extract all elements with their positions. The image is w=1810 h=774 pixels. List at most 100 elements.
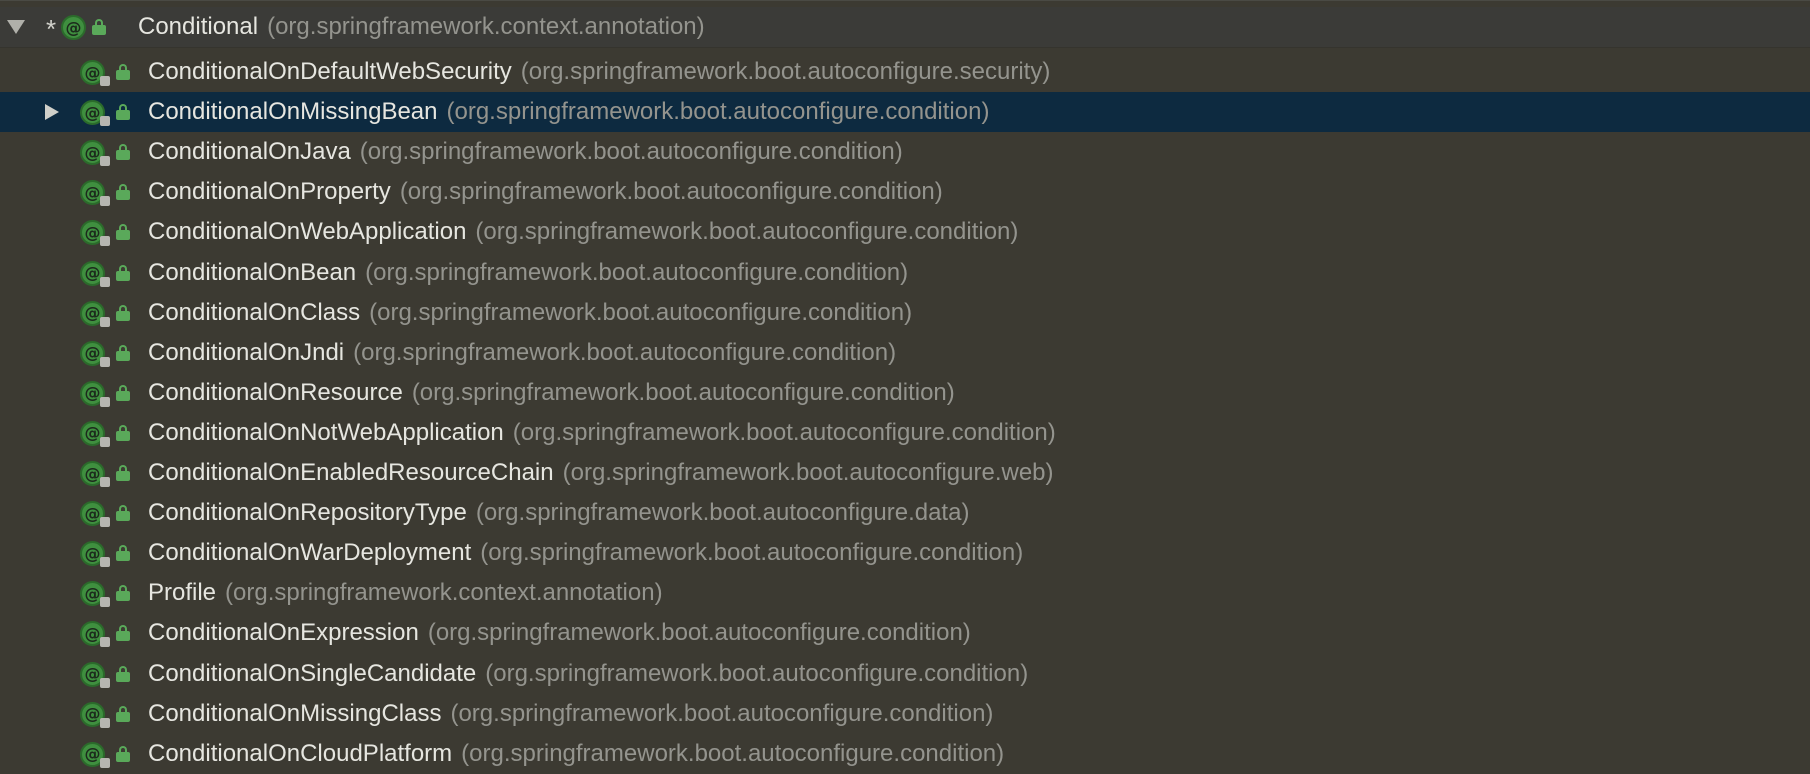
access-lock-icon: [100, 396, 110, 407]
class-name: ConditionalOnProperty: [148, 178, 391, 206]
lock-icon: [116, 625, 130, 642]
tree-item[interactable]: @ ConditionalOnRepositoryType (org.springf…: [0, 493, 1810, 533]
tree-item[interactable]: @ ConditionalOnCloudPlatform (org.springfr…: [0, 734, 1810, 774]
access-lock-icon: [100, 276, 110, 287]
tree-item[interactable]: @ ConditionalOnJndi (org.springframework.b…: [0, 333, 1810, 373]
access-lock-icon: [100, 637, 110, 648]
tree-item[interactable]: @ ConditionalOnResource (org.springframewo…: [0, 373, 1810, 413]
lock-icon: [116, 505, 130, 522]
tree-item-label: ConditionalOnBean (org.springframework.bo…: [148, 253, 908, 293]
tree-item[interactable]: @ ConditionalOnSingleCandidate (org.spring…: [0, 654, 1810, 694]
class-name: ConditionalOnDefaultWebSecurity: [148, 58, 512, 85]
class-name: ConditionalOnResource: [148, 378, 403, 406]
package-name: (org.springframework.boot.autoconfigure.…: [475, 218, 1019, 246]
tree-item[interactable]: @ ConditionalOnProperty (org.springframewo…: [0, 172, 1810, 212]
lock-icon: [116, 304, 130, 321]
tree-item-label: ConditionalOnSingleCandidate (org.springf…: [148, 654, 1028, 694]
type-hierarchy-tree[interactable]: * @ Conditional (org.springframework.cont…: [0, 0, 1810, 768]
tree-item-label: ConditionalOnCloudPlatform (org.springfra…: [148, 734, 1004, 774]
package-name: (org.springframework.boot.autoconfigure.…: [480, 539, 1024, 567]
tree-item-label: ConditionalOnRepositoryType (org.springfr…: [148, 493, 969, 533]
package-name: (org.springframework.boot.autoconfigure.…: [461, 739, 1005, 767]
lock-icon: [116, 545, 130, 562]
class-name: ConditionalOnEnabledResourceChain: [148, 459, 554, 486]
class-name: ConditionalOnClass: [148, 298, 361, 326]
tree-item[interactable]: @ ConditionalOnEnabledResourceChain (org.s…: [0, 453, 1810, 493]
access-lock-icon: [100, 356, 110, 367]
class-name: ConditionalOnBean: [148, 258, 357, 286]
lock-icon: [116, 705, 130, 722]
lock-icon: [116, 344, 130, 361]
class-name: ConditionalOnMissingBean: [148, 98, 438, 126]
lock-icon: [116, 64, 130, 80]
lock-icon: [116, 264, 130, 281]
lock-icon: [116, 585, 130, 602]
tree-item-label: ConditionalOnClass (org.springframework.b…: [148, 293, 912, 333]
access-lock-icon: [100, 597, 110, 608]
class-name: ConditionalOnRepositoryType: [148, 499, 467, 527]
package-name: (org.springframework.boot.autoconfigure.…: [450, 699, 994, 727]
tree-item-label: ConditionalOnExpression (org.springframew…: [148, 613, 971, 653]
package-name: (org.springframework.boot.autoconfigure.…: [446, 98, 990, 126]
access-lock-icon: [100, 517, 110, 528]
chevron-right-icon[interactable]: [40, 92, 64, 132]
lock-icon: [116, 224, 130, 241]
access-lock-icon: [100, 477, 110, 487]
lock-icon: [116, 665, 130, 682]
tree-item[interactable]: @ ConditionalOnDefaultWebSecurity (org.spr…: [0, 52, 1810, 92]
class-name: ConditionalOnMissingClass: [148, 699, 442, 727]
access-lock-icon: [100, 316, 110, 327]
star-marker: *: [46, 14, 57, 44]
chevron-down-icon[interactable]: [4, 7, 28, 47]
tree-item[interactable]: @ ConditionalOnBean (org.springframework.b…: [0, 253, 1810, 293]
class-name: Conditional: [138, 13, 259, 40]
tree-item-label: Conditional (org.springframework.context.…: [138, 7, 705, 47]
access-lock-icon: [100, 76, 110, 86]
package-name: (org.springframework.boot.autoconfigure.…: [427, 619, 971, 647]
package-name: (org.springframework.boot.autoconfigure.…: [353, 338, 897, 366]
tree-item[interactable]: @ ConditionalOnExpression (org.springframe…: [0, 613, 1810, 653]
lock-icon: [116, 144, 130, 161]
access-lock-icon: [100, 116, 110, 127]
tree-item-label: ConditionalOnResource (org.springframewor…: [148, 373, 955, 413]
access-lock-icon: [100, 757, 110, 768]
class-name: ConditionalOnWarDeployment: [148, 539, 472, 567]
access-lock-icon: [100, 557, 110, 568]
class-name: ConditionalOnWebApplication: [148, 218, 467, 246]
package-name: (org.springframework.boot.autoconfigure.…: [485, 659, 1029, 687]
class-name: ConditionalOnCloudPlatform: [148, 739, 453, 767]
package-name: (org.springframework.boot.autoconfigure.…: [512, 418, 1056, 446]
tree-item[interactable]: @ ConditionalOnNotWebApplication (org.spri…: [0, 413, 1810, 453]
class-name: ConditionalOnJava: [148, 138, 351, 166]
package-name: (org.springframework.boot.autoconfigure.…: [369, 298, 913, 326]
lock-icon: [116, 465, 130, 481]
tree-item[interactable]: @ ConditionalOnMissingClass (org.springfra…: [0, 694, 1810, 734]
access-lock-icon: [100, 677, 110, 688]
tree-item-label: ConditionalOnWebApplication (org.springfr…: [148, 212, 1018, 252]
tree-item[interactable]: @ ConditionalOnMissingBean (org.springfram…: [0, 92, 1810, 133]
annotation-icon: @: [61, 15, 86, 40]
class-name: ConditionalOnSingleCandidate: [148, 659, 477, 687]
class-name: ConditionalOnJndi: [148, 338, 345, 366]
access-lock-icon: [100, 196, 110, 207]
tree-item[interactable]: @ ConditionalOnClass (org.springframework.…: [0, 293, 1810, 333]
tree-item[interactable]: @ ConditionalOnWarDeployment (org.springfr…: [0, 533, 1810, 573]
lock-icon: [116, 384, 130, 401]
tree-item[interactable]: @ Profile (org.springframework.context.ann…: [0, 573, 1810, 613]
tree-item[interactable]: @ ConditionalOnWebApplication (org.springf…: [0, 212, 1810, 252]
lock-icon: [116, 104, 130, 121]
tree-item-label: ConditionalOnNotWebApplication (org.sprin…: [148, 413, 1056, 453]
tree-item-label: ConditionalOnEnabledResourceChain (org.sp…: [148, 453, 1054, 493]
tree-root-row[interactable]: * @ Conditional (org.springframework.cont…: [0, 7, 1810, 48]
package-name: (org.springframework.boot.autoconfigure.…: [475, 499, 970, 527]
tree-item-label: ConditionalOnProperty (org.springframewor…: [148, 172, 943, 212]
class-name: ConditionalOnNotWebApplication: [148, 418, 504, 446]
lock-icon: [116, 424, 130, 441]
tree-item-label: ConditionalOnMissingBean (org.springframe…: [148, 92, 989, 132]
package-name: (org.springframework.boot.autoconfigure.…: [399, 178, 943, 206]
access-lock-icon: [100, 156, 110, 167]
access-lock-icon: [100, 236, 110, 247]
package-name: (org.springframework.boot.autoconfigure.…: [562, 459, 1054, 486]
tree-item[interactable]: @ ConditionalOnJava (org.springframework.b…: [0, 132, 1810, 172]
lock-icon: [116, 184, 130, 201]
